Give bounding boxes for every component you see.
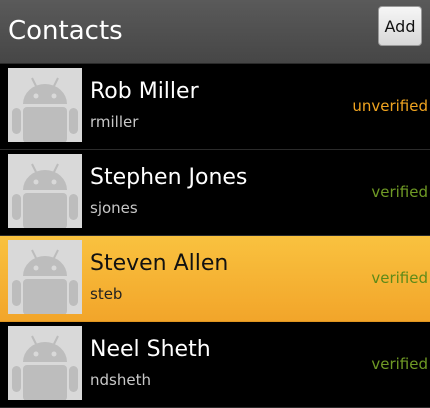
contact-username: rmiller [90,113,139,131]
title-bar: Contacts Add [0,0,430,64]
list-item-stephen-jones[interactable]: Stephen Jones sjones verified [0,150,430,236]
contact-username: ndsheth [90,371,151,389]
list-item-steven-allen[interactable]: Steven Allen steb verified [0,236,430,322]
contact-username: steb [90,285,123,303]
android-avatar-icon [8,240,82,314]
contact-username: sjones [90,199,138,217]
contact-name: Stephen Jones [90,165,248,190]
status-badge: verified [371,269,428,287]
android-avatar-icon [8,154,82,228]
contact-name: Rob Miller [90,79,199,104]
list-item-neel-sheth[interactable]: Neel Sheth ndsheth verified [0,322,430,408]
contact-name: Neel Sheth [90,337,211,362]
android-avatar-icon [8,68,82,142]
status-badge: unverified [352,97,428,115]
status-badge: verified [371,183,428,201]
add-contact-button[interactable]: Add [378,6,422,46]
contact-list: Rob Miller rmiller unverified Stephen Jo… [0,64,430,408]
list-item-rob-miller[interactable]: Rob Miller rmiller unverified [0,64,430,150]
android-avatar-icon [8,326,82,400]
contact-name: Steven Allen [90,251,229,276]
status-badge: verified [371,355,428,373]
page-title: Contacts [8,16,123,46]
